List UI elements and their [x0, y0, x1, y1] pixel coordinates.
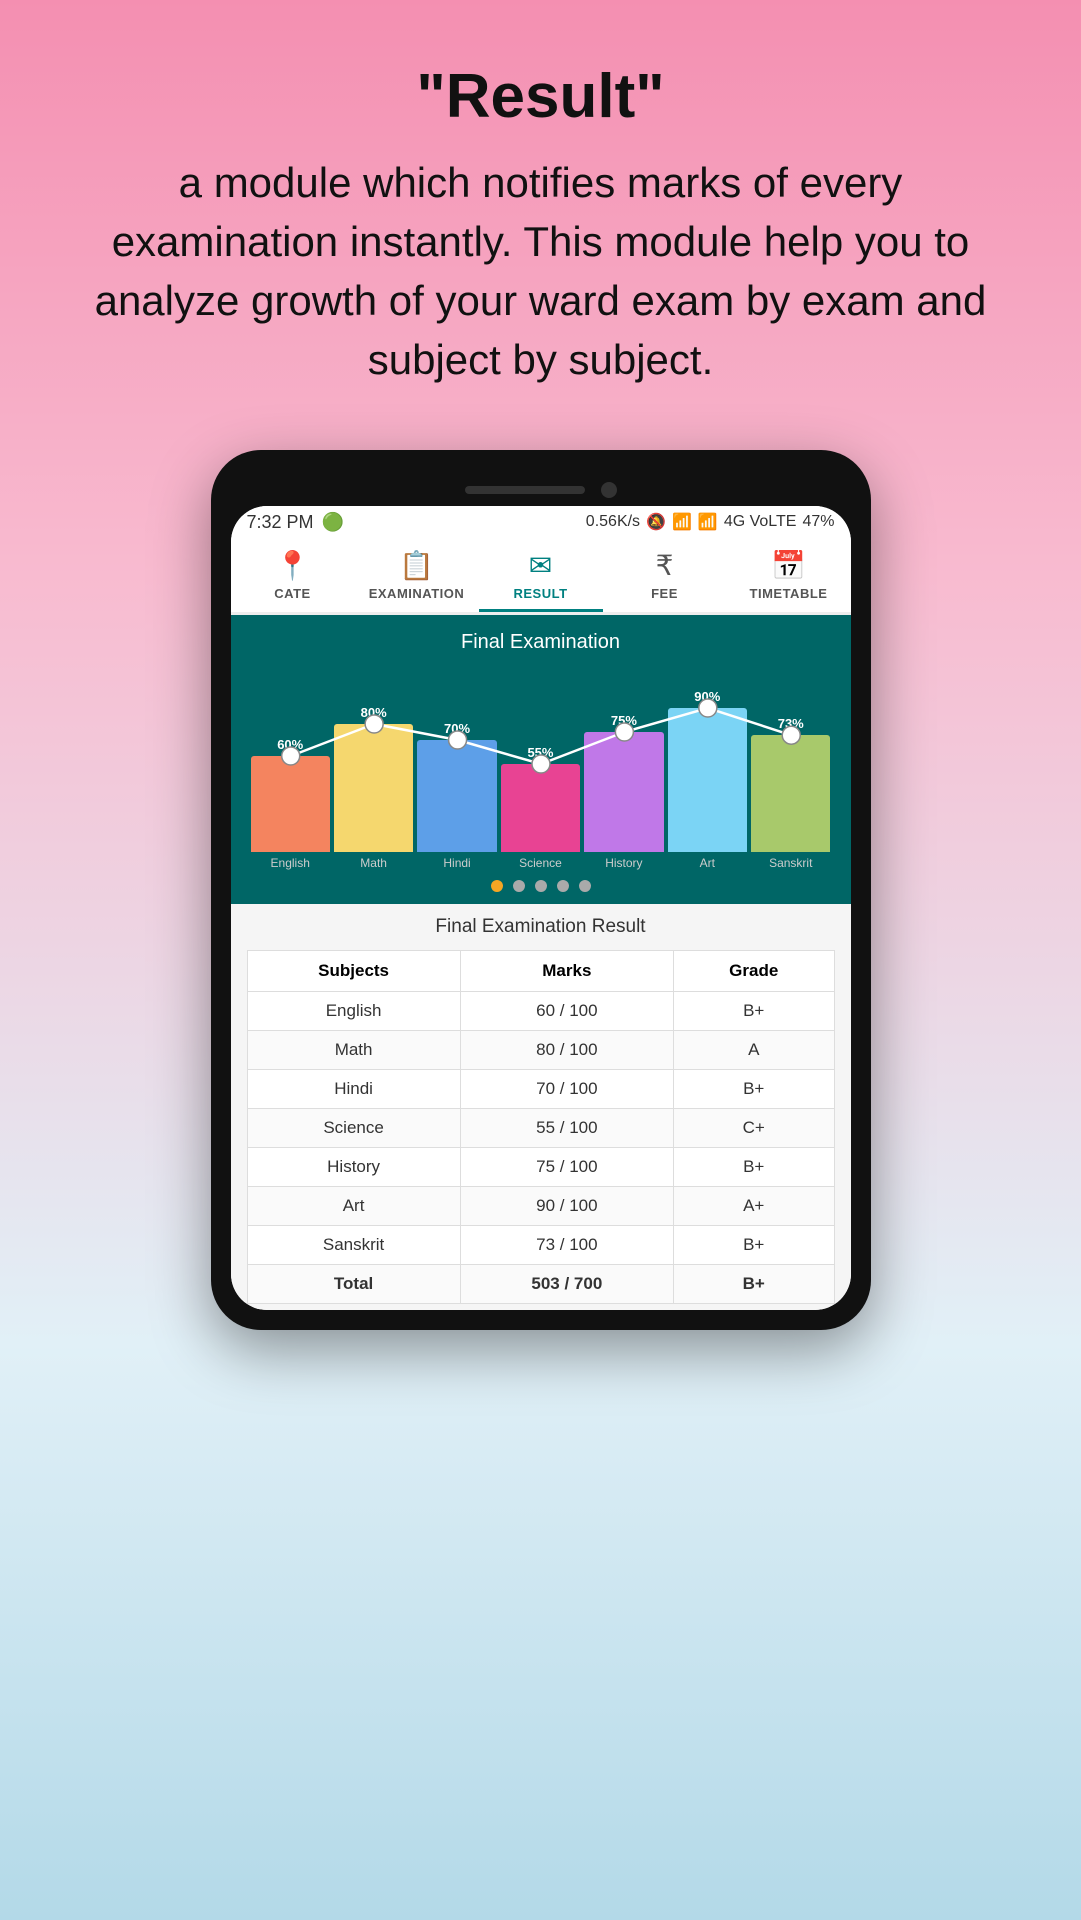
- nav-item-fee[interactable]: ₹ FEE: [603, 539, 727, 612]
- table-cell-subject: Science: [247, 1108, 460, 1147]
- table-row: Sanskrit73 / 100B+: [247, 1225, 834, 1264]
- status-wifi-icon: 📶: [672, 512, 692, 532]
- table-cell-marks: 73 / 100: [460, 1225, 673, 1264]
- chart-title: Final Examination: [243, 631, 839, 654]
- table-cell-subject: Art: [247, 1186, 460, 1225]
- status-speed: 0.56K/s: [586, 513, 640, 531]
- nav-label-fee: FEE: [651, 586, 678, 601]
- cate-icon: 📍: [275, 549, 310, 582]
- status-signal-icon: 📶: [698, 512, 718, 532]
- table-cell-marks: 75 / 100: [460, 1147, 673, 1186]
- nav-item-cate[interactable]: 📍 CATE: [231, 539, 355, 612]
- table-cell-marks: 60 / 100: [460, 991, 673, 1030]
- nav-label-result: RESULT: [513, 586, 567, 601]
- status-bar: 7:32 PM 🟢 0.56K/s 🔕 📶 📶 4G VoLTE 47%: [231, 506, 851, 539]
- pagination-dot[interactable]: [491, 880, 503, 892]
- table-cell-grade: C+: [673, 1108, 834, 1147]
- chart-section: Final Examination 60%English80%Math70%Hi…: [231, 615, 851, 904]
- table-cell-grade: B+: [673, 991, 834, 1030]
- status-battery: 47%: [802, 513, 834, 531]
- table-cell-marks: 70 / 100: [460, 1069, 673, 1108]
- page-title: "Result": [80, 60, 1001, 134]
- table-row: English60 / 100B+: [247, 991, 834, 1030]
- table-cell-total-marks: 503 / 700: [460, 1264, 673, 1303]
- pagination-dot[interactable]: [513, 880, 525, 892]
- phone-speaker: [465, 486, 585, 494]
- fee-icon: ₹: [656, 549, 674, 582]
- status-left: 7:32 PM 🟢: [247, 512, 344, 533]
- chart-line: [243, 670, 839, 870]
- table-cell-grade: A+: [673, 1186, 834, 1225]
- chart-dots: [243, 880, 839, 892]
- pagination-dot[interactable]: [557, 880, 569, 892]
- nav-bar: 📍 CATE 📋 EXAMINATION ✉ RESULT ₹ FEE 📅 TI…: [231, 539, 851, 615]
- nav-item-result[interactable]: ✉ RESULT: [479, 539, 603, 612]
- table-cell-total-label: Total: [247, 1264, 460, 1303]
- header-section: "Result" a module which notifies marks o…: [0, 0, 1081, 430]
- status-right: 0.56K/s 🔕 📶 📶 4G VoLTE 47%: [586, 512, 835, 532]
- nav-label-examination: EXAMINATION: [369, 586, 465, 601]
- phone-screen: 7:32 PM 🟢 0.56K/s 🔕 📶 📶 4G VoLTE 47% 📍 C…: [231, 506, 851, 1310]
- table-row: Math80 / 100A: [247, 1030, 834, 1069]
- table-cell-grade: B+: [673, 1147, 834, 1186]
- timetable-icon: 📅: [771, 549, 806, 582]
- table-row-total: Total503 / 700B+: [247, 1264, 834, 1303]
- chart-area: 60%English80%Math70%Hindi55%Science75%Hi…: [243, 670, 839, 870]
- col-grade: Grade: [673, 950, 834, 991]
- table-cell-marks: 55 / 100: [460, 1108, 673, 1147]
- table-cell-marks: 90 / 100: [460, 1186, 673, 1225]
- status-app-icon: 🟢: [322, 512, 344, 533]
- phone-top-bar: [231, 470, 851, 506]
- status-mute-icon: 🔕: [646, 512, 666, 532]
- pagination-dot[interactable]: [535, 880, 547, 892]
- table-cell-subject: Sanskrit: [247, 1225, 460, 1264]
- table-row: History75 / 100B+: [247, 1147, 834, 1186]
- nav-item-timetable[interactable]: 📅 TIMETABLE: [727, 539, 851, 612]
- nav-item-examination[interactable]: 📋 EXAMINATION: [355, 539, 479, 612]
- result-title: Final Examination Result: [247, 916, 835, 938]
- result-table: Subjects Marks Grade English60 / 100B+Ma…: [247, 950, 835, 1304]
- table-row: Science55 / 100C+: [247, 1108, 834, 1147]
- nav-label-timetable: TIMETABLE: [750, 586, 828, 601]
- table-cell-subject: English: [247, 991, 460, 1030]
- status-time: 7:32 PM: [247, 512, 314, 533]
- table-row: Art90 / 100A+: [247, 1186, 834, 1225]
- result-icon: ✉: [529, 549, 552, 582]
- table-cell-grade: B+: [673, 1225, 834, 1264]
- nav-label-cate: CATE: [274, 586, 310, 601]
- result-section: Final Examination Result Subjects Marks …: [231, 904, 851, 1310]
- phone-mockup: 7:32 PM 🟢 0.56K/s 🔕 📶 📶 4G VoLTE 47% 📍 C…: [211, 450, 871, 1330]
- col-marks: Marks: [460, 950, 673, 991]
- table-row: Hindi70 / 100B+: [247, 1069, 834, 1108]
- status-network: 4G VoLTE: [724, 513, 797, 531]
- table-cell-subject: Hindi: [247, 1069, 460, 1108]
- page-description: a module which notifies marks of every e…: [80, 154, 1001, 389]
- phone-camera: [601, 482, 617, 498]
- table-cell-grade: B+: [673, 1069, 834, 1108]
- pagination-dot[interactable]: [579, 880, 591, 892]
- examination-icon: 📋: [399, 549, 434, 582]
- table-cell-subject: Math: [247, 1030, 460, 1069]
- table-cell-grade: A: [673, 1030, 834, 1069]
- table-cell-marks: 80 / 100: [460, 1030, 673, 1069]
- table-cell-total-grade: B+: [673, 1264, 834, 1303]
- table-cell-subject: History: [247, 1147, 460, 1186]
- col-subjects: Subjects: [247, 950, 460, 991]
